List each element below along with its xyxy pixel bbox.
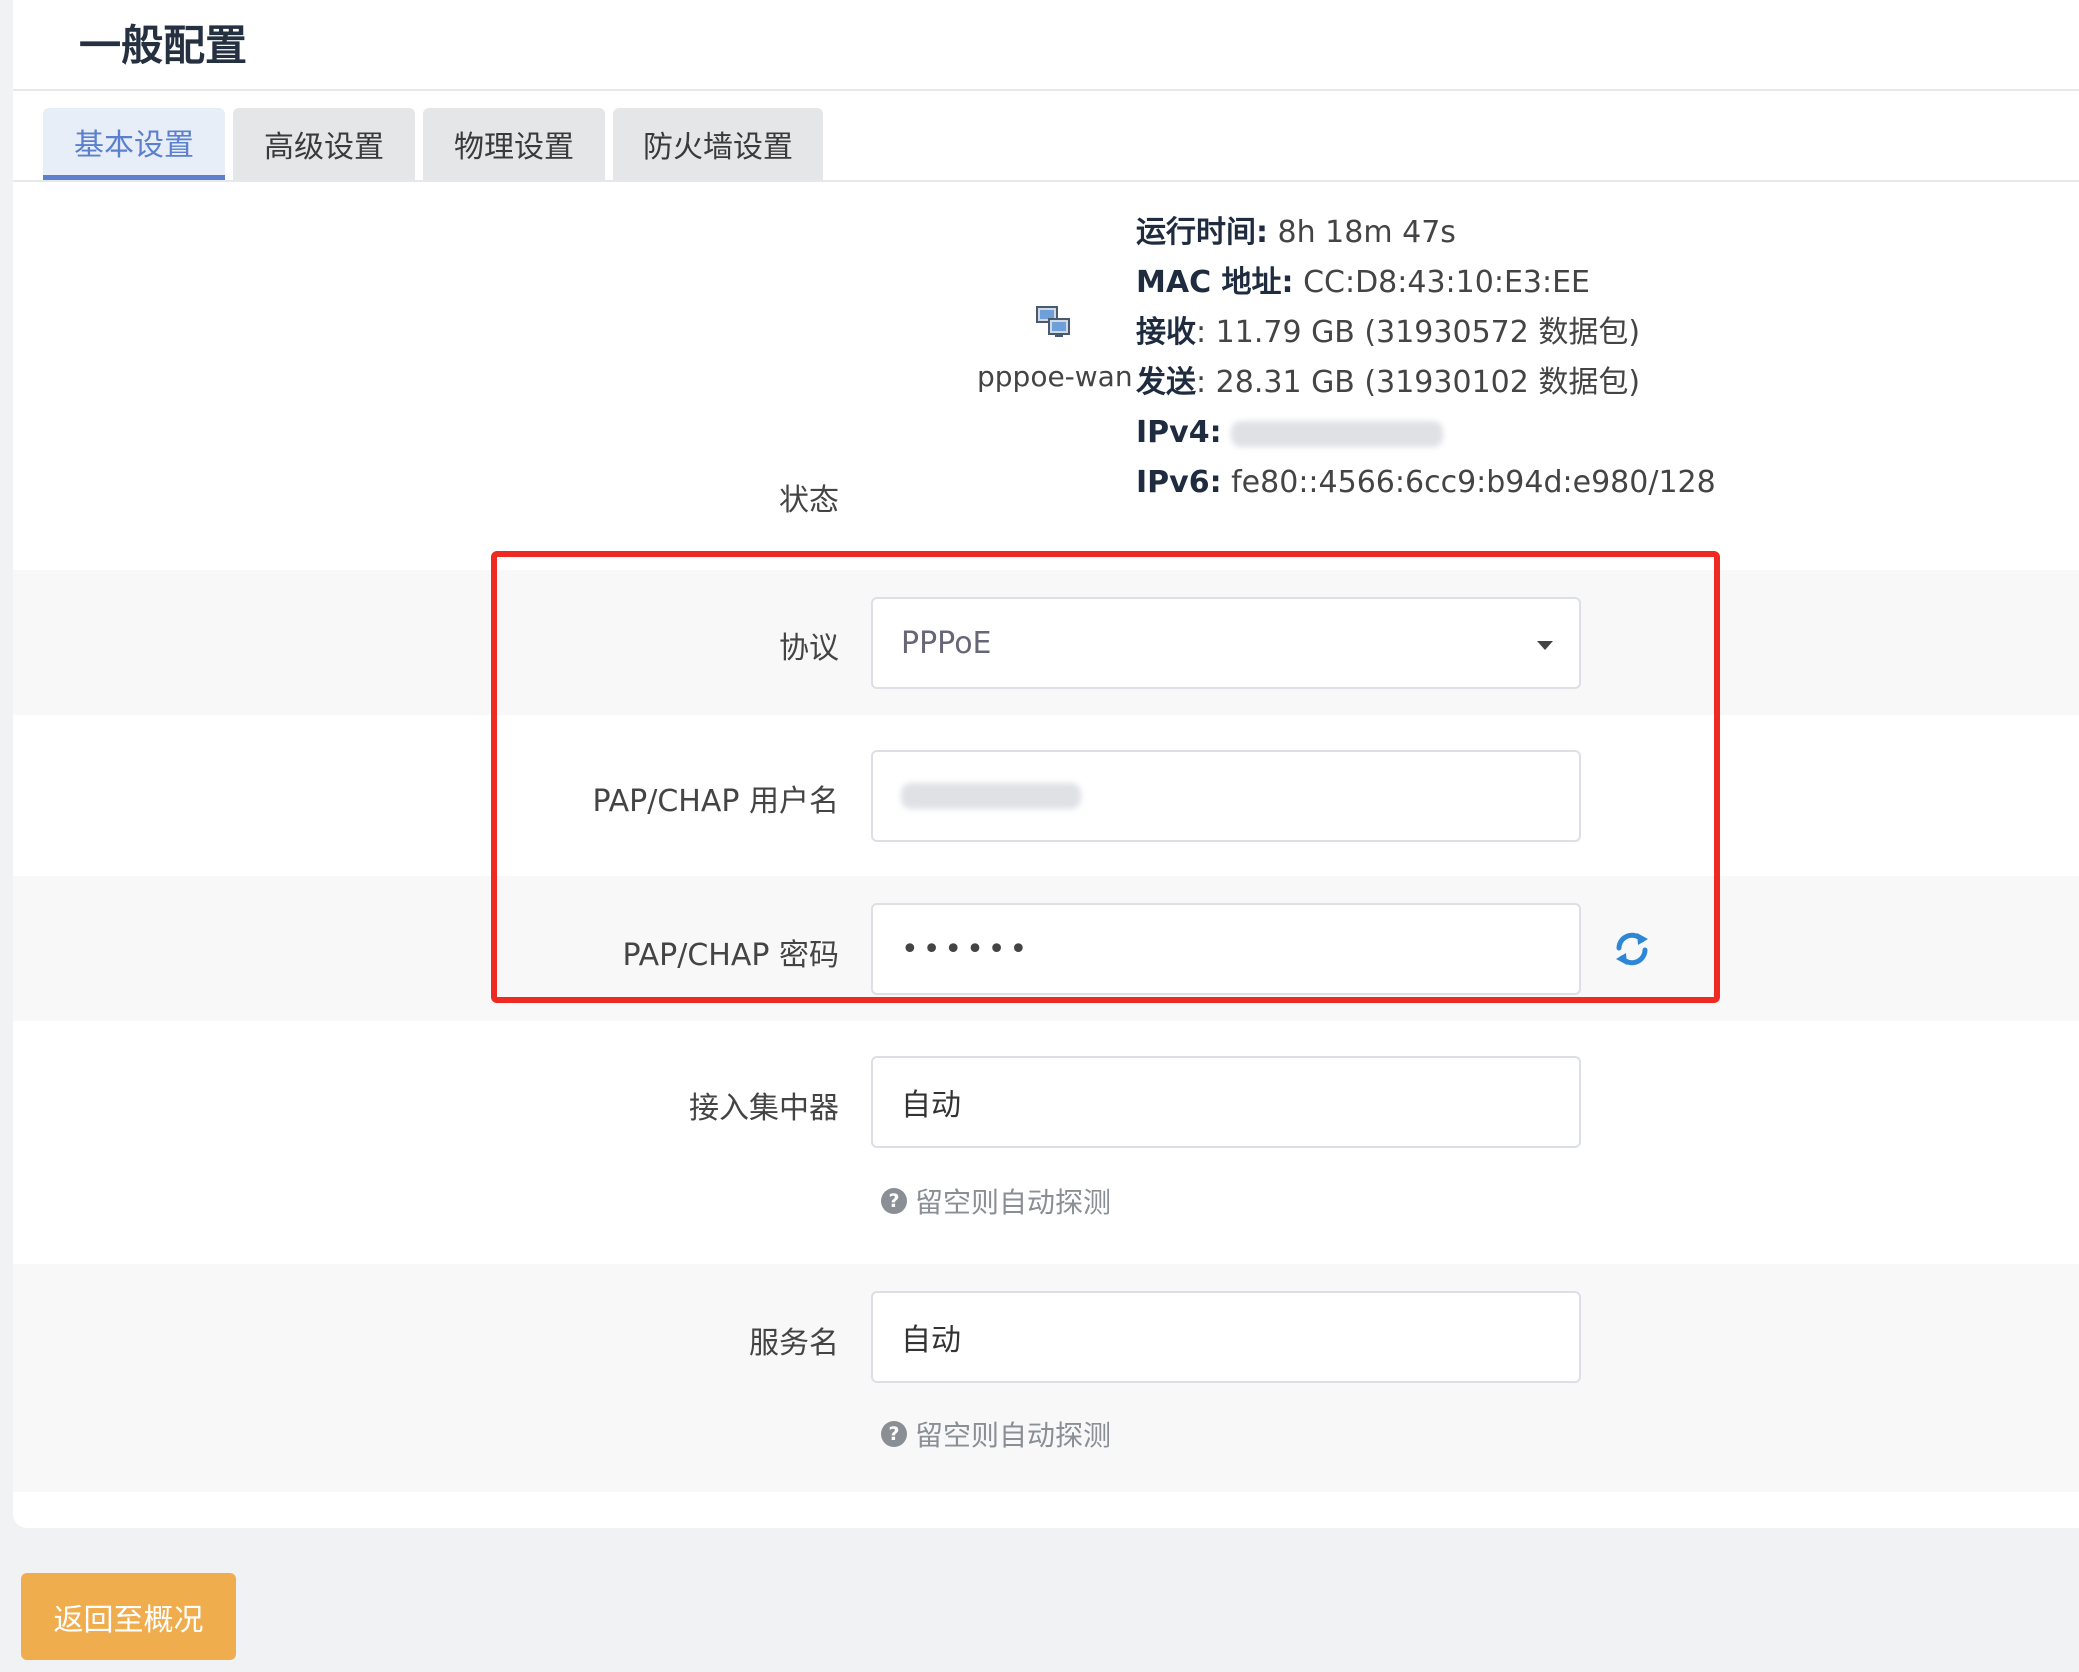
tab-advanced-settings[interactable]: 高级设置 xyxy=(233,108,415,180)
ipv6-row: IPv6: fe80::4566:6cc9:b94d:e980/128 xyxy=(1136,465,1716,500)
tab-firewall-settings[interactable]: 防火墙设置 xyxy=(613,108,823,180)
service-placeholder: 自动 xyxy=(901,1323,961,1358)
mac-row: MAC 地址: CC:D8:43:10:E3:EE xyxy=(1136,265,1590,300)
question-circle-icon: ? xyxy=(881,1188,907,1214)
page-title: 一般配置 xyxy=(79,21,248,70)
tabs-divider xyxy=(13,180,2079,182)
concentrator-label: 接入集中器 xyxy=(689,1091,839,1126)
mac-value: CC:D8:43:10:E3:EE xyxy=(1303,265,1590,300)
ipv4-row: IPv4: xyxy=(1136,408,1716,458)
rx-row: 接收: 11.79 GB (31930572 数据包) xyxy=(1136,315,1641,350)
tab-bar: 基本设置 高级设置 物理设置 防火墙设置 xyxy=(43,108,823,180)
concentrator-input[interactable]: 自动 xyxy=(871,1056,1581,1148)
ipv4-value-redacted xyxy=(1231,420,1444,447)
ipv6-value: fe80::4566:6cc9:b94d:e980/128 xyxy=(1231,465,1716,500)
tx-row: 发送: 28.31 GB (31930102 数据包) xyxy=(1136,365,1641,400)
service-input[interactable]: 自动 xyxy=(871,1291,1581,1383)
service-hint: ? 留空则自动探测 xyxy=(881,1414,1111,1454)
back-to-overview-button[interactable]: 返回至概况 xyxy=(21,1573,236,1660)
concentrator-placeholder: 自动 xyxy=(901,1088,961,1123)
question-circle-icon: ? xyxy=(881,1421,907,1447)
interface-status: 运行时间: 8h 18m 47s MAC 地址: CC:D8:43:10:E3:… xyxy=(1136,208,1716,508)
tab-physical-settings[interactable]: 物理设置 xyxy=(423,108,605,180)
tx-value: : 28.31 GB (31930102 数据包) xyxy=(1196,365,1641,400)
concentrator-hint: ? 留空则自动探测 xyxy=(881,1181,1111,1221)
highlight-box xyxy=(491,551,1720,1003)
service-label: 服务名 xyxy=(749,1326,839,1361)
network-interface-icon xyxy=(1035,305,1073,343)
config-panel: 一般配置 基本设置 高级设置 物理设置 防火墙设置 pppoe-wan 运行时间… xyxy=(13,0,2079,1528)
status-label: 状态 xyxy=(779,483,839,518)
rx-value: : 11.79 GB (31930572 数据包) xyxy=(1196,315,1641,350)
uptime-value: 8h 18m 47s xyxy=(1277,215,1456,250)
interface-name: pppoe-wan xyxy=(977,360,1133,393)
tab-basic-settings[interactable]: 基本设置 xyxy=(43,108,225,180)
title-divider xyxy=(13,89,2079,91)
uptime-row: 运行时间: 8h 18m 47s xyxy=(1136,215,1456,250)
